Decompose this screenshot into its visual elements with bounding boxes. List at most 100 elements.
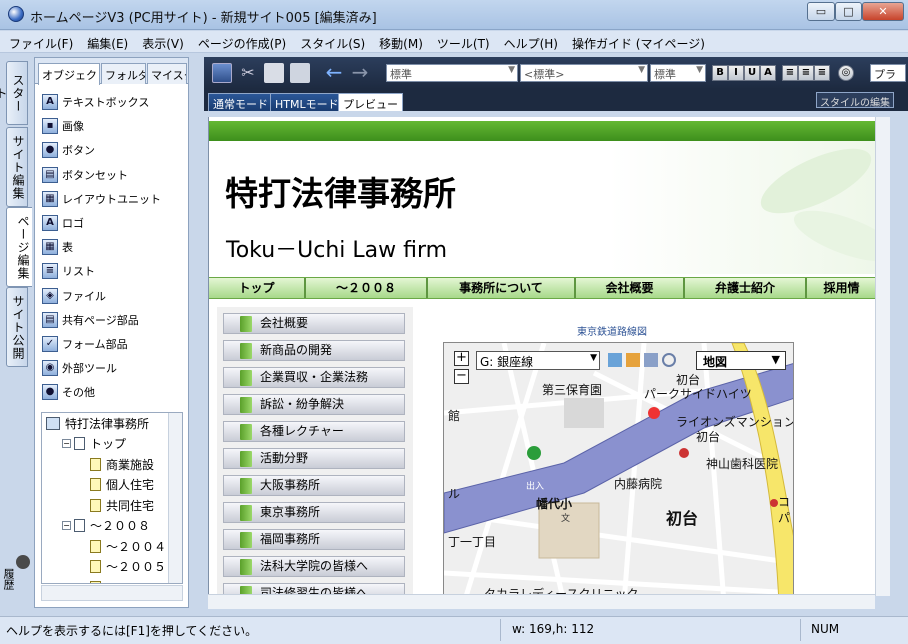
preview-vertical-scrollbar[interactable] bbox=[875, 117, 890, 596]
tree-node[interactable]: 個人住宅 bbox=[42, 475, 182, 496]
menu-tools[interactable]: ツール(T) bbox=[428, 31, 495, 52]
menu-style[interactable]: スタイル(S) bbox=[291, 31, 370, 52]
menu-view[interactable]: 表示(V) bbox=[133, 31, 189, 52]
tab-start[interactable]: スタート bbox=[0, 61, 28, 125]
collapse-icon[interactable]: − bbox=[62, 521, 71, 531]
object-item[interactable]: ● その他 bbox=[39, 380, 187, 404]
site-tree[interactable]: 特打法律事務所 − トップ商業施設個人住宅共同住宅 − ～２００８ ～２００４ ～２００５ ～… bbox=[41, 412, 183, 584]
menu-file[interactable]: ファイル(F) bbox=[0, 31, 78, 52]
font-combo[interactable]: 標準 ▼ bbox=[386, 64, 518, 82]
tree-horizontal-scrollbar[interactable] bbox=[41, 585, 183, 601]
align-center-icon[interactable]: ≡ bbox=[798, 65, 814, 81]
style-combo[interactable]: <標準> ▼ bbox=[520, 64, 648, 82]
side-menu-item[interactable]: 法科大学院の皆様へ bbox=[223, 556, 405, 577]
style-edit-button[interactable]: スタイルの編集 bbox=[816, 92, 894, 109]
nav-2008[interactable]: ～２００８ bbox=[306, 278, 428, 298]
tab-site-publish[interactable]: サイト公開 bbox=[6, 287, 28, 367]
map-line-select[interactable]: G: 銀座線 ▼ bbox=[476, 351, 600, 370]
search-icon[interactable] bbox=[662, 353, 676, 367]
home-icon[interactable] bbox=[626, 353, 640, 367]
object-item[interactable]: ◉ 外部ツール bbox=[39, 356, 187, 380]
side-menu-item[interactable]: 各種レクチャー bbox=[223, 421, 405, 442]
map-list-icon[interactable] bbox=[644, 353, 658, 367]
object-item[interactable]: ▦ レイアウトユニット bbox=[39, 187, 187, 211]
tree-node[interactable]: ～２００４ bbox=[42, 536, 182, 557]
italic-button[interactable]: I bbox=[728, 65, 744, 81]
save-icon[interactable] bbox=[212, 63, 232, 83]
nav-company[interactable]: 会社概要 bbox=[576, 278, 685, 298]
map-caption-link[interactable]: 東京鉄道路線図 bbox=[577, 323, 647, 338]
map-zoom-out[interactable]: − bbox=[454, 369, 469, 384]
font-color-button[interactable]: A bbox=[760, 65, 776, 81]
menu-move[interactable]: 移動(M) bbox=[370, 31, 428, 52]
redo-icon[interactable]: → bbox=[350, 62, 370, 83]
map-widget[interactable]: G: 銀座線 ▼ 地図 ▼ + − 第三保育園 初台 パークサイドハイツ ライオンズマンシ… bbox=[443, 342, 794, 596]
object-item[interactable]: ✓ フォーム部品 bbox=[39, 332, 187, 356]
side-menu-item[interactable]: 福岡事務所 bbox=[223, 529, 405, 550]
menu-page-create[interactable]: ページの作成(P) bbox=[189, 31, 291, 52]
side-menu-item[interactable]: 活動分野 bbox=[223, 448, 405, 469]
map-print-icon[interactable] bbox=[608, 353, 622, 367]
page-preview[interactable]: 特打法律事務所 Toku－Uchi Law firm トップ ～２００８ 事務所… bbox=[208, 117, 875, 596]
side-menu-item[interactable]: 企業買収・企業法務 bbox=[223, 367, 405, 388]
cut-icon[interactable]: ✂ bbox=[238, 63, 258, 83]
app-logo-icon[interactable] bbox=[8, 6, 24, 22]
tree-node[interactable]: 特打法律事務所 bbox=[42, 413, 182, 434]
title-bar[interactable]: ホームページV3 (PC用サイト) - 新規サイト005 [編集済み] ▭ □ … bbox=[0, 0, 908, 30]
preview-horizontal-scrollbar[interactable] bbox=[208, 594, 875, 609]
tab-site-edit[interactable]: サイト編集 bbox=[6, 127, 28, 207]
tab-my-style[interactable]: マイスタ bbox=[147, 63, 187, 84]
collapse-icon[interactable]: − bbox=[62, 439, 71, 449]
map-mode-select[interactable]: 地図 ▼ bbox=[696, 351, 786, 370]
tab-folders[interactable]: フォルダ bbox=[101, 63, 146, 84]
tree-node[interactable]: − ～２００８ bbox=[42, 516, 182, 537]
tab-html-mode[interactable]: HTMLモード bbox=[270, 93, 344, 111]
undo-icon[interactable]: ← bbox=[324, 62, 344, 83]
object-item[interactable]: ▦ 表 bbox=[39, 235, 187, 259]
map-zoom-in[interactable]: + bbox=[454, 351, 469, 366]
tab-preview[interactable]: プレビュー bbox=[338, 93, 403, 111]
align-right-icon[interactable]: ≡ bbox=[814, 65, 830, 81]
object-item[interactable]: ▤ ボタンセット bbox=[39, 163, 187, 187]
size-combo[interactable]: 標準 ▼ bbox=[650, 64, 706, 82]
tree-node[interactable]: 共同住宅 bbox=[42, 495, 182, 516]
maximize-button[interactable]: □ bbox=[835, 2, 862, 21]
link-icon[interactable]: ◎ bbox=[838, 65, 854, 81]
paste-icon[interactable] bbox=[290, 63, 310, 83]
plugin-button[interactable]: プラ bbox=[870, 64, 906, 82]
object-item[interactable]: ◈ ファイル bbox=[39, 284, 187, 308]
nav-lawyers[interactable]: 弁護士紹介 bbox=[685, 278, 807, 298]
map-tool-icons[interactable] bbox=[608, 353, 688, 369]
minimize-button[interactable]: ▭ bbox=[807, 2, 835, 21]
tree-node[interactable]: − トップ bbox=[42, 434, 182, 455]
close-button[interactable]: ✕ bbox=[862, 2, 904, 21]
underline-button[interactable]: U bbox=[744, 65, 760, 81]
object-item[interactable]: ≡ リスト bbox=[39, 259, 187, 283]
nav-top[interactable]: トップ bbox=[209, 278, 306, 298]
menu-guide[interactable]: 操作ガイド (マイページ) bbox=[563, 31, 710, 52]
object-item[interactable]: ● ボタン bbox=[39, 138, 187, 162]
object-item[interactable]: ▤ 共有ページ部品 bbox=[39, 308, 187, 332]
tab-page-edit[interactable]: ページ編集 bbox=[6, 207, 32, 287]
side-menu-item[interactable]: 東京事務所 bbox=[223, 502, 405, 523]
menu-help[interactable]: ヘルプ(H) bbox=[495, 31, 563, 52]
object-item[interactable]: ▪ 画像 bbox=[39, 114, 187, 138]
object-item[interactable]: A ロゴ bbox=[39, 211, 187, 235]
copy-icon[interactable] bbox=[264, 63, 284, 83]
object-item[interactable]: A テキストボックス bbox=[39, 90, 187, 114]
nav-recruit[interactable]: 採用情 bbox=[807, 278, 875, 298]
tree-node[interactable]: ～２００６ bbox=[42, 577, 182, 583]
tree-node[interactable]: 商業施設 bbox=[42, 454, 182, 475]
align-left-icon[interactable]: ≡ bbox=[782, 65, 798, 81]
side-menu-item[interactable]: 訴訟・紛争解決 bbox=[223, 394, 405, 415]
side-menu-item[interactable]: 会社概要 bbox=[223, 313, 405, 334]
tab-objects[interactable]: オブジェクト bbox=[38, 63, 100, 85]
bold-button[interactable]: B bbox=[712, 65, 728, 81]
tab-normal-mode[interactable]: 通常モード bbox=[208, 93, 273, 111]
side-menu-item[interactable]: 大阪事務所 bbox=[223, 475, 405, 496]
side-menu-item[interactable]: 新商品の開発 bbox=[223, 340, 405, 361]
menu-edit[interactable]: 編集(E) bbox=[78, 31, 133, 52]
history-button[interactable]: 履歴 bbox=[2, 555, 30, 603]
tree-node[interactable]: ～２００５ bbox=[42, 557, 182, 578]
nav-about[interactable]: 事務所について bbox=[428, 278, 576, 298]
